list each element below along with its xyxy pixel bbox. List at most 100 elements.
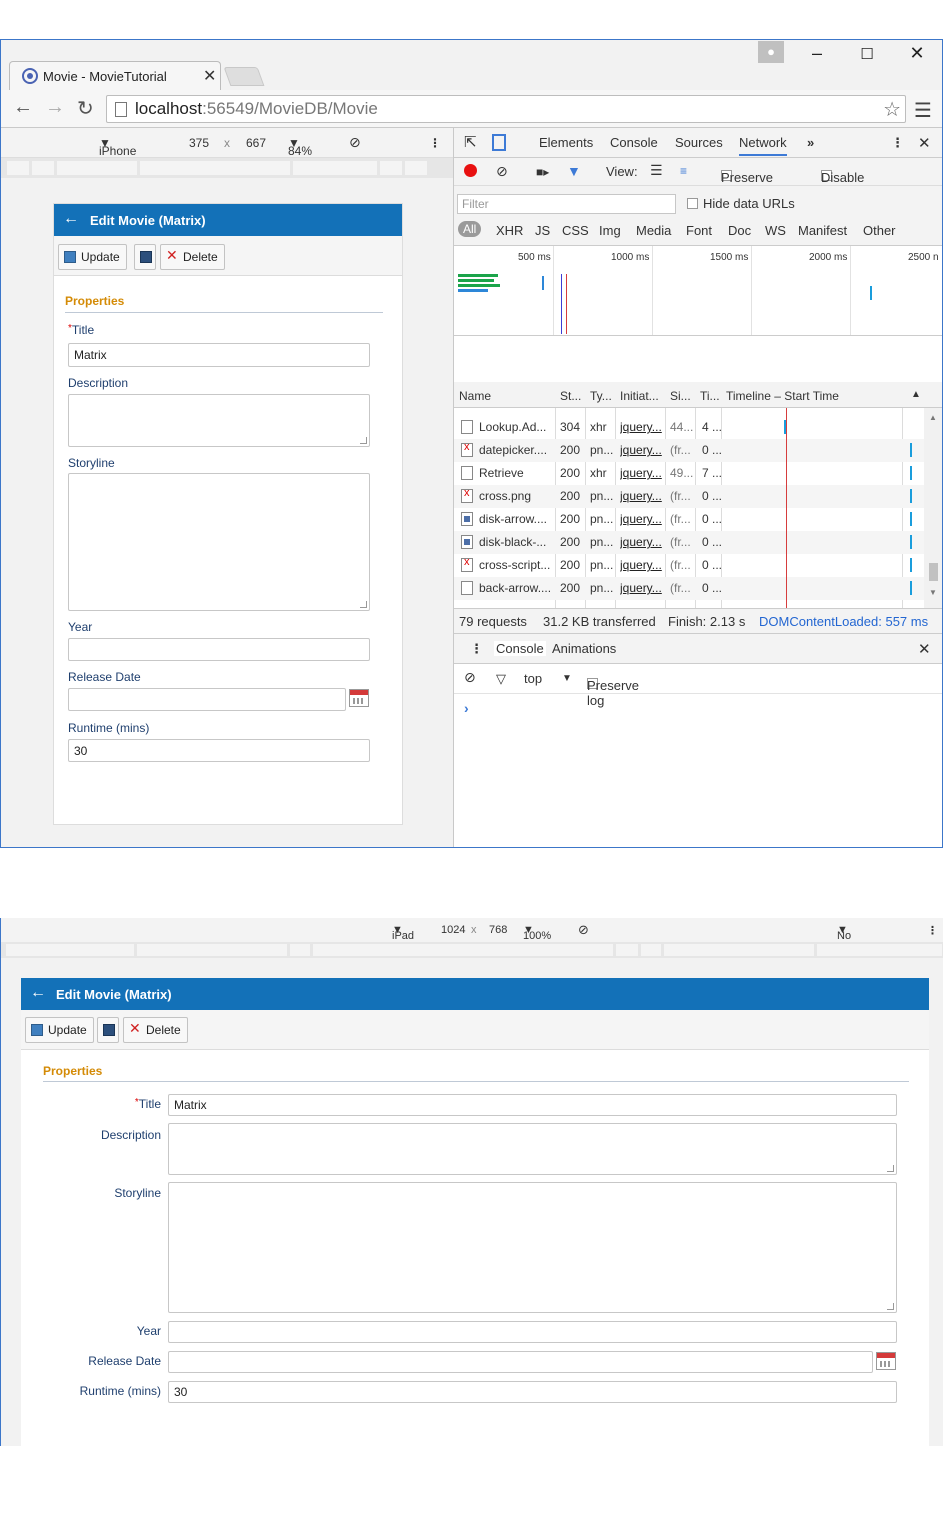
list-view-icon[interactable]: ☰: [650, 162, 663, 179]
cell-initiator[interactable]: jquery...: [620, 420, 662, 434]
runtime-input[interactable]: 30: [168, 1381, 897, 1403]
runtime-input[interactable]: 30: [68, 739, 370, 762]
save-button[interactable]: [97, 1017, 119, 1043]
close-drawer-icon[interactable]: ✕: [918, 640, 931, 658]
cell-name[interactable]: Lookup.Ad...: [479, 420, 553, 434]
table-row[interactable]: cross.png 200 pn... jquery... (fr... 0 ...: [454, 485, 924, 508]
col-initiator[interactable]: Initiat...: [620, 389, 659, 403]
bookmark-star-icon[interactable]: ☆: [883, 97, 901, 122]
device-more-icon[interactable]: ⋮: [429, 136, 441, 150]
cell-initiator[interactable]: jquery...: [620, 535, 662, 549]
media-query-ruler[interactable]: [1, 942, 943, 958]
resize-grip[interactable]: [360, 601, 367, 608]
back-arrow-icon[interactable]: ←: [13, 96, 33, 119]
filter-all[interactable]: All: [458, 221, 482, 237]
new-tab-button[interactable]: [223, 67, 265, 86]
filter-media[interactable]: Media: [636, 223, 671, 238]
devtools-menu-icon[interactable]: ⋮: [891, 135, 904, 151]
reload-icon[interactable]: ↻: [77, 96, 94, 121]
update-button[interactable]: Update: [58, 244, 127, 270]
device-select[interactable]: iPhone 6 ▼: [99, 136, 136, 172]
zoom-select[interactable]: 84% ▼: [288, 136, 312, 158]
media-query-ruler[interactable]: [1, 158, 453, 178]
more-tabs-icon[interactable]: »: [807, 135, 814, 150]
description-textarea[interactable]: [168, 1123, 897, 1175]
cell-name[interactable]: datepicker....: [479, 443, 553, 457]
filter-css[interactable]: CSS: [562, 223, 589, 238]
drawer-tab-animations[interactable]: Animations: [552, 641, 616, 656]
col-size[interactable]: Si...: [670, 389, 691, 403]
col-status[interactable]: St...: [560, 389, 581, 403]
filter-other[interactable]: Other: [863, 223, 896, 238]
rotate-icon[interactable]: ⊘: [578, 922, 589, 938]
tab-console[interactable]: Console: [610, 135, 658, 150]
storyline-textarea[interactable]: [68, 473, 370, 611]
release-date-input[interactable]: [168, 1351, 873, 1373]
cell-name[interactable]: cross.png: [479, 489, 553, 503]
close-devtools-icon[interactable]: ✕: [918, 134, 931, 152]
calendar-icon[interactable]: [876, 1352, 896, 1370]
storyline-textarea[interactable]: [168, 1182, 897, 1313]
cell-initiator[interactable]: jquery...: [620, 512, 662, 526]
table-row[interactable]: Lookup.Ad... 304 xhr jquery... 44... 4 ...: [454, 416, 924, 439]
calendar-icon[interactable]: [349, 689, 369, 707]
table-row[interactable]: back-arrow.... 200 pn... jquery... (fr... 0 .…: [454, 577, 924, 600]
device-width[interactable]: 375: [189, 136, 209, 150]
cell-name[interactable]: Retrieve: [479, 466, 553, 480]
chrome-menu-icon[interactable]: ☰: [914, 98, 932, 123]
title-input[interactable]: Matrix: [168, 1094, 897, 1116]
cell-name[interactable]: disk-black-...: [479, 535, 553, 549]
table-row[interactable]: Retrieve 200 xhr jquery... 49... 7 ...: [454, 462, 924, 485]
hide-data-urls-checkbox[interactable]: Hide data URLs: [687, 196, 795, 211]
filter-input[interactable]: Filter: [457, 194, 676, 214]
title-input[interactable]: Matrix: [68, 343, 370, 367]
filter-doc[interactable]: Doc: [728, 223, 751, 238]
clear-console-icon[interactable]: ⊘: [464, 669, 476, 686]
update-button[interactable]: Update: [25, 1017, 94, 1043]
back-arrow-icon[interactable]: ←: [30, 984, 46, 1002]
col-name[interactable]: Name: [459, 389, 491, 403]
release-date-input[interactable]: [68, 688, 346, 711]
cell-initiator[interactable]: jquery...: [620, 489, 662, 503]
filter-xhr[interactable]: XHR: [496, 223, 523, 238]
profile-icon[interactable]: ●: [758, 41, 784, 63]
cell-name[interactable]: cross-script...: [479, 558, 553, 572]
year-input[interactable]: [168, 1321, 897, 1343]
back-arrow-icon[interactable]: ←: [63, 210, 79, 228]
waterfall-view-icon[interactable]: ≡: [680, 164, 687, 178]
device-more-icon[interactable]: ⋮: [927, 924, 938, 937]
console-filter-icon[interactable]: ▽: [496, 671, 506, 687]
console-prompt[interactable]: ›: [464, 700, 469, 716]
filter-js[interactable]: JS: [535, 223, 550, 238]
col-timeline[interactable]: Timeline – Start Time: [726, 389, 839, 403]
sort-asc-icon[interactable]: ▲: [911, 389, 921, 400]
table-row[interactable]: cross-script... 200 pn... jquery... (fr... 0 …: [454, 554, 924, 577]
device-height[interactable]: 768: [489, 924, 507, 936]
save-button[interactable]: [134, 244, 156, 270]
cell-initiator[interactable]: jquery...: [620, 558, 662, 572]
device-toggle-icon[interactable]: [492, 134, 506, 151]
table-row[interactable]: datepicker.... 200 pn... jquery... (fr... 0 .…: [454, 439, 924, 462]
tab-close-icon[interactable]: ✕: [203, 66, 216, 86]
drawer-tab-console[interactable]: Console: [494, 641, 546, 656]
close-window-icon[interactable]: ✕: [902, 43, 932, 64]
cell-initiator[interactable]: jquery...: [620, 581, 662, 595]
maximize-icon[interactable]: ☐: [852, 45, 882, 63]
filter-img[interactable]: Img: [599, 223, 621, 238]
cell-initiator[interactable]: jquery...: [620, 466, 662, 480]
delete-button[interactable]: ✕ Delete: [123, 1017, 188, 1043]
table-scrollbar[interactable]: ▲ ▼: [924, 408, 942, 608]
filter-manifest[interactable]: Manifest: [798, 223, 847, 238]
delete-button[interactable]: ✕ Delete: [160, 244, 225, 270]
device-width[interactable]: 1024: [441, 924, 465, 936]
device-height[interactable]: 667: [246, 136, 266, 150]
tab-elements[interactable]: Elements: [539, 135, 593, 150]
rotate-icon[interactable]: ⊘: [349, 134, 361, 151]
device-select[interactable]: iPad ▼: [392, 924, 414, 942]
context-dropdown-icon[interactable]: ▼: [562, 673, 572, 684]
timeline-overview[interactable]: 500 ms 1000 ms 1500 ms 2000 ms 2500 n: [454, 246, 942, 336]
browser-tab[interactable]: Movie - MovieTutorial ✕: [9, 61, 221, 90]
col-type[interactable]: Ty...: [590, 389, 612, 403]
drawer-menu-icon[interactable]: ⋮: [470, 641, 483, 657]
minimize-icon[interactable]: –: [802, 43, 832, 64]
